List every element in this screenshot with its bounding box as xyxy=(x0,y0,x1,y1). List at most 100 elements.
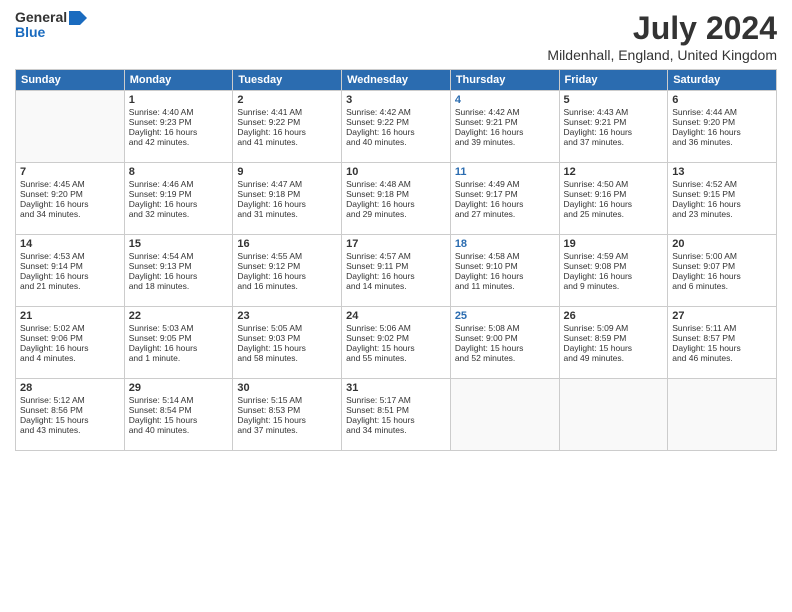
day-info: and 21 minutes. xyxy=(20,281,120,291)
day-cell: 24Sunrise: 5:06 AMSunset: 9:02 PMDayligh… xyxy=(342,307,451,379)
day-info: and 25 minutes. xyxy=(564,209,664,219)
day-info: Sunset: 9:19 PM xyxy=(129,189,229,199)
day-info: and 18 minutes. xyxy=(129,281,229,291)
day-info: Sunset: 9:13 PM xyxy=(129,261,229,271)
day-cell: 2Sunrise: 4:41 AMSunset: 9:22 PMDaylight… xyxy=(233,91,342,163)
day-info: Daylight: 16 hours xyxy=(672,199,772,209)
day-cell: 29Sunrise: 5:14 AMSunset: 8:54 PMDayligh… xyxy=(124,379,233,451)
day-info: and 32 minutes. xyxy=(129,209,229,219)
day-info: Sunset: 9:20 PM xyxy=(672,117,772,127)
day-info: Sunset: 8:59 PM xyxy=(564,333,664,343)
day-info: Sunset: 9:22 PM xyxy=(346,117,446,127)
day-info: Daylight: 16 hours xyxy=(346,127,446,137)
day-cell: 9Sunrise: 4:47 AMSunset: 9:18 PMDaylight… xyxy=(233,163,342,235)
day-info: and 49 minutes. xyxy=(564,353,664,363)
day-info: Daylight: 16 hours xyxy=(129,199,229,209)
day-info: Sunset: 9:10 PM xyxy=(455,261,555,271)
day-cell: 15Sunrise: 4:54 AMSunset: 9:13 PMDayligh… xyxy=(124,235,233,307)
header: General Blue July 2024 Mildenhall, Engla… xyxy=(15,10,777,63)
day-cell: 16Sunrise: 4:55 AMSunset: 9:12 PMDayligh… xyxy=(233,235,342,307)
day-cell: 17Sunrise: 4:57 AMSunset: 9:11 PMDayligh… xyxy=(342,235,451,307)
day-info: Sunrise: 4:54 AM xyxy=(129,251,229,261)
day-info: Sunrise: 4:43 AM xyxy=(564,107,664,117)
day-info: Daylight: 16 hours xyxy=(346,271,446,281)
day-info: Sunrise: 5:02 AM xyxy=(20,323,120,333)
day-info: and 40 minutes. xyxy=(346,137,446,147)
day-info: Sunset: 9:02 PM xyxy=(346,333,446,343)
day-info: Daylight: 16 hours xyxy=(20,271,120,281)
day-cell xyxy=(668,379,777,451)
day-number: 9 xyxy=(237,166,337,178)
day-number: 20 xyxy=(672,238,772,250)
day-number: 21 xyxy=(20,310,120,322)
day-info: Daylight: 15 hours xyxy=(346,343,446,353)
day-number: 6 xyxy=(672,94,772,106)
day-info: Daylight: 16 hours xyxy=(346,199,446,209)
day-info: and 4 minutes. xyxy=(20,353,120,363)
day-info: and 16 minutes. xyxy=(237,281,337,291)
day-info: Daylight: 15 hours xyxy=(346,415,446,425)
day-info: Daylight: 16 hours xyxy=(237,271,337,281)
day-info: Sunset: 9:08 PM xyxy=(564,261,664,271)
day-info: and 14 minutes. xyxy=(346,281,446,291)
day-number: 26 xyxy=(564,310,664,322)
day-info: Sunset: 9:18 PM xyxy=(237,189,337,199)
day-info: and 37 minutes. xyxy=(237,425,337,435)
day-info: and 36 minutes. xyxy=(672,137,772,147)
col-header-saturday: Saturday xyxy=(668,70,777,91)
day-info: Daylight: 16 hours xyxy=(455,127,555,137)
day-info: Sunrise: 4:47 AM xyxy=(237,179,337,189)
day-info: Sunset: 9:21 PM xyxy=(564,117,664,127)
day-number: 5 xyxy=(564,94,664,106)
day-info: Sunrise: 5:17 AM xyxy=(346,395,446,405)
week-row-5: 28Sunrise: 5:12 AMSunset: 8:56 PMDayligh… xyxy=(16,379,777,451)
week-row-1: 1Sunrise: 4:40 AMSunset: 9:23 PMDaylight… xyxy=(16,91,777,163)
day-info: Sunrise: 4:59 AM xyxy=(564,251,664,261)
day-info: Sunrise: 4:42 AM xyxy=(346,107,446,117)
day-info: Daylight: 15 hours xyxy=(129,415,229,425)
day-info: Sunset: 9:21 PM xyxy=(455,117,555,127)
day-info: and 58 minutes. xyxy=(237,353,337,363)
day-info: and 37 minutes. xyxy=(564,137,664,147)
day-info: Sunrise: 4:44 AM xyxy=(672,107,772,117)
day-info: and 43 minutes. xyxy=(20,425,120,435)
day-number: 12 xyxy=(564,166,664,178)
day-cell: 8Sunrise: 4:46 AMSunset: 9:19 PMDaylight… xyxy=(124,163,233,235)
day-info: and 46 minutes. xyxy=(672,353,772,363)
day-info: Sunrise: 4:46 AM xyxy=(129,179,229,189)
day-info: Daylight: 16 hours xyxy=(564,271,664,281)
calendar-header-row: SundayMondayTuesdayWednesdayThursdayFrid… xyxy=(16,70,777,91)
day-info: Sunrise: 5:12 AM xyxy=(20,395,120,405)
day-info: Daylight: 16 hours xyxy=(564,127,664,137)
day-cell: 19Sunrise: 4:59 AMSunset: 9:08 PMDayligh… xyxy=(559,235,668,307)
logo-icon xyxy=(69,11,87,25)
day-cell: 1Sunrise: 4:40 AMSunset: 9:23 PMDaylight… xyxy=(124,91,233,163)
day-info: Sunset: 9:11 PM xyxy=(346,261,446,271)
day-info: Sunset: 8:54 PM xyxy=(129,405,229,415)
col-header-monday: Monday xyxy=(124,70,233,91)
day-info: Daylight: 15 hours xyxy=(455,343,555,353)
day-number: 23 xyxy=(237,310,337,322)
day-number: 30 xyxy=(237,382,337,394)
day-info: Sunset: 8:51 PM xyxy=(346,405,446,415)
day-number: 3 xyxy=(346,94,446,106)
day-cell: 23Sunrise: 5:05 AMSunset: 9:03 PMDayligh… xyxy=(233,307,342,379)
day-number: 29 xyxy=(129,382,229,394)
day-info: and 27 minutes. xyxy=(455,209,555,219)
day-info: Sunset: 9:20 PM xyxy=(20,189,120,199)
day-cell: 5Sunrise: 4:43 AMSunset: 9:21 PMDaylight… xyxy=(559,91,668,163)
day-info: and 52 minutes. xyxy=(455,353,555,363)
day-number: 1 xyxy=(129,94,229,106)
day-number: 14 xyxy=(20,238,120,250)
day-info: Sunset: 9:05 PM xyxy=(129,333,229,343)
day-info: and 40 minutes. xyxy=(129,425,229,435)
day-number: 13 xyxy=(672,166,772,178)
day-info: Sunrise: 5:03 AM xyxy=(129,323,229,333)
day-info: Sunrise: 4:50 AM xyxy=(564,179,664,189)
day-info: Sunset: 9:23 PM xyxy=(129,117,229,127)
day-info: Sunset: 9:22 PM xyxy=(237,117,337,127)
day-info: and 34 minutes. xyxy=(20,209,120,219)
day-number: 18 xyxy=(455,238,555,250)
day-info: Sunrise: 5:08 AM xyxy=(455,323,555,333)
day-info: Daylight: 16 hours xyxy=(455,199,555,209)
